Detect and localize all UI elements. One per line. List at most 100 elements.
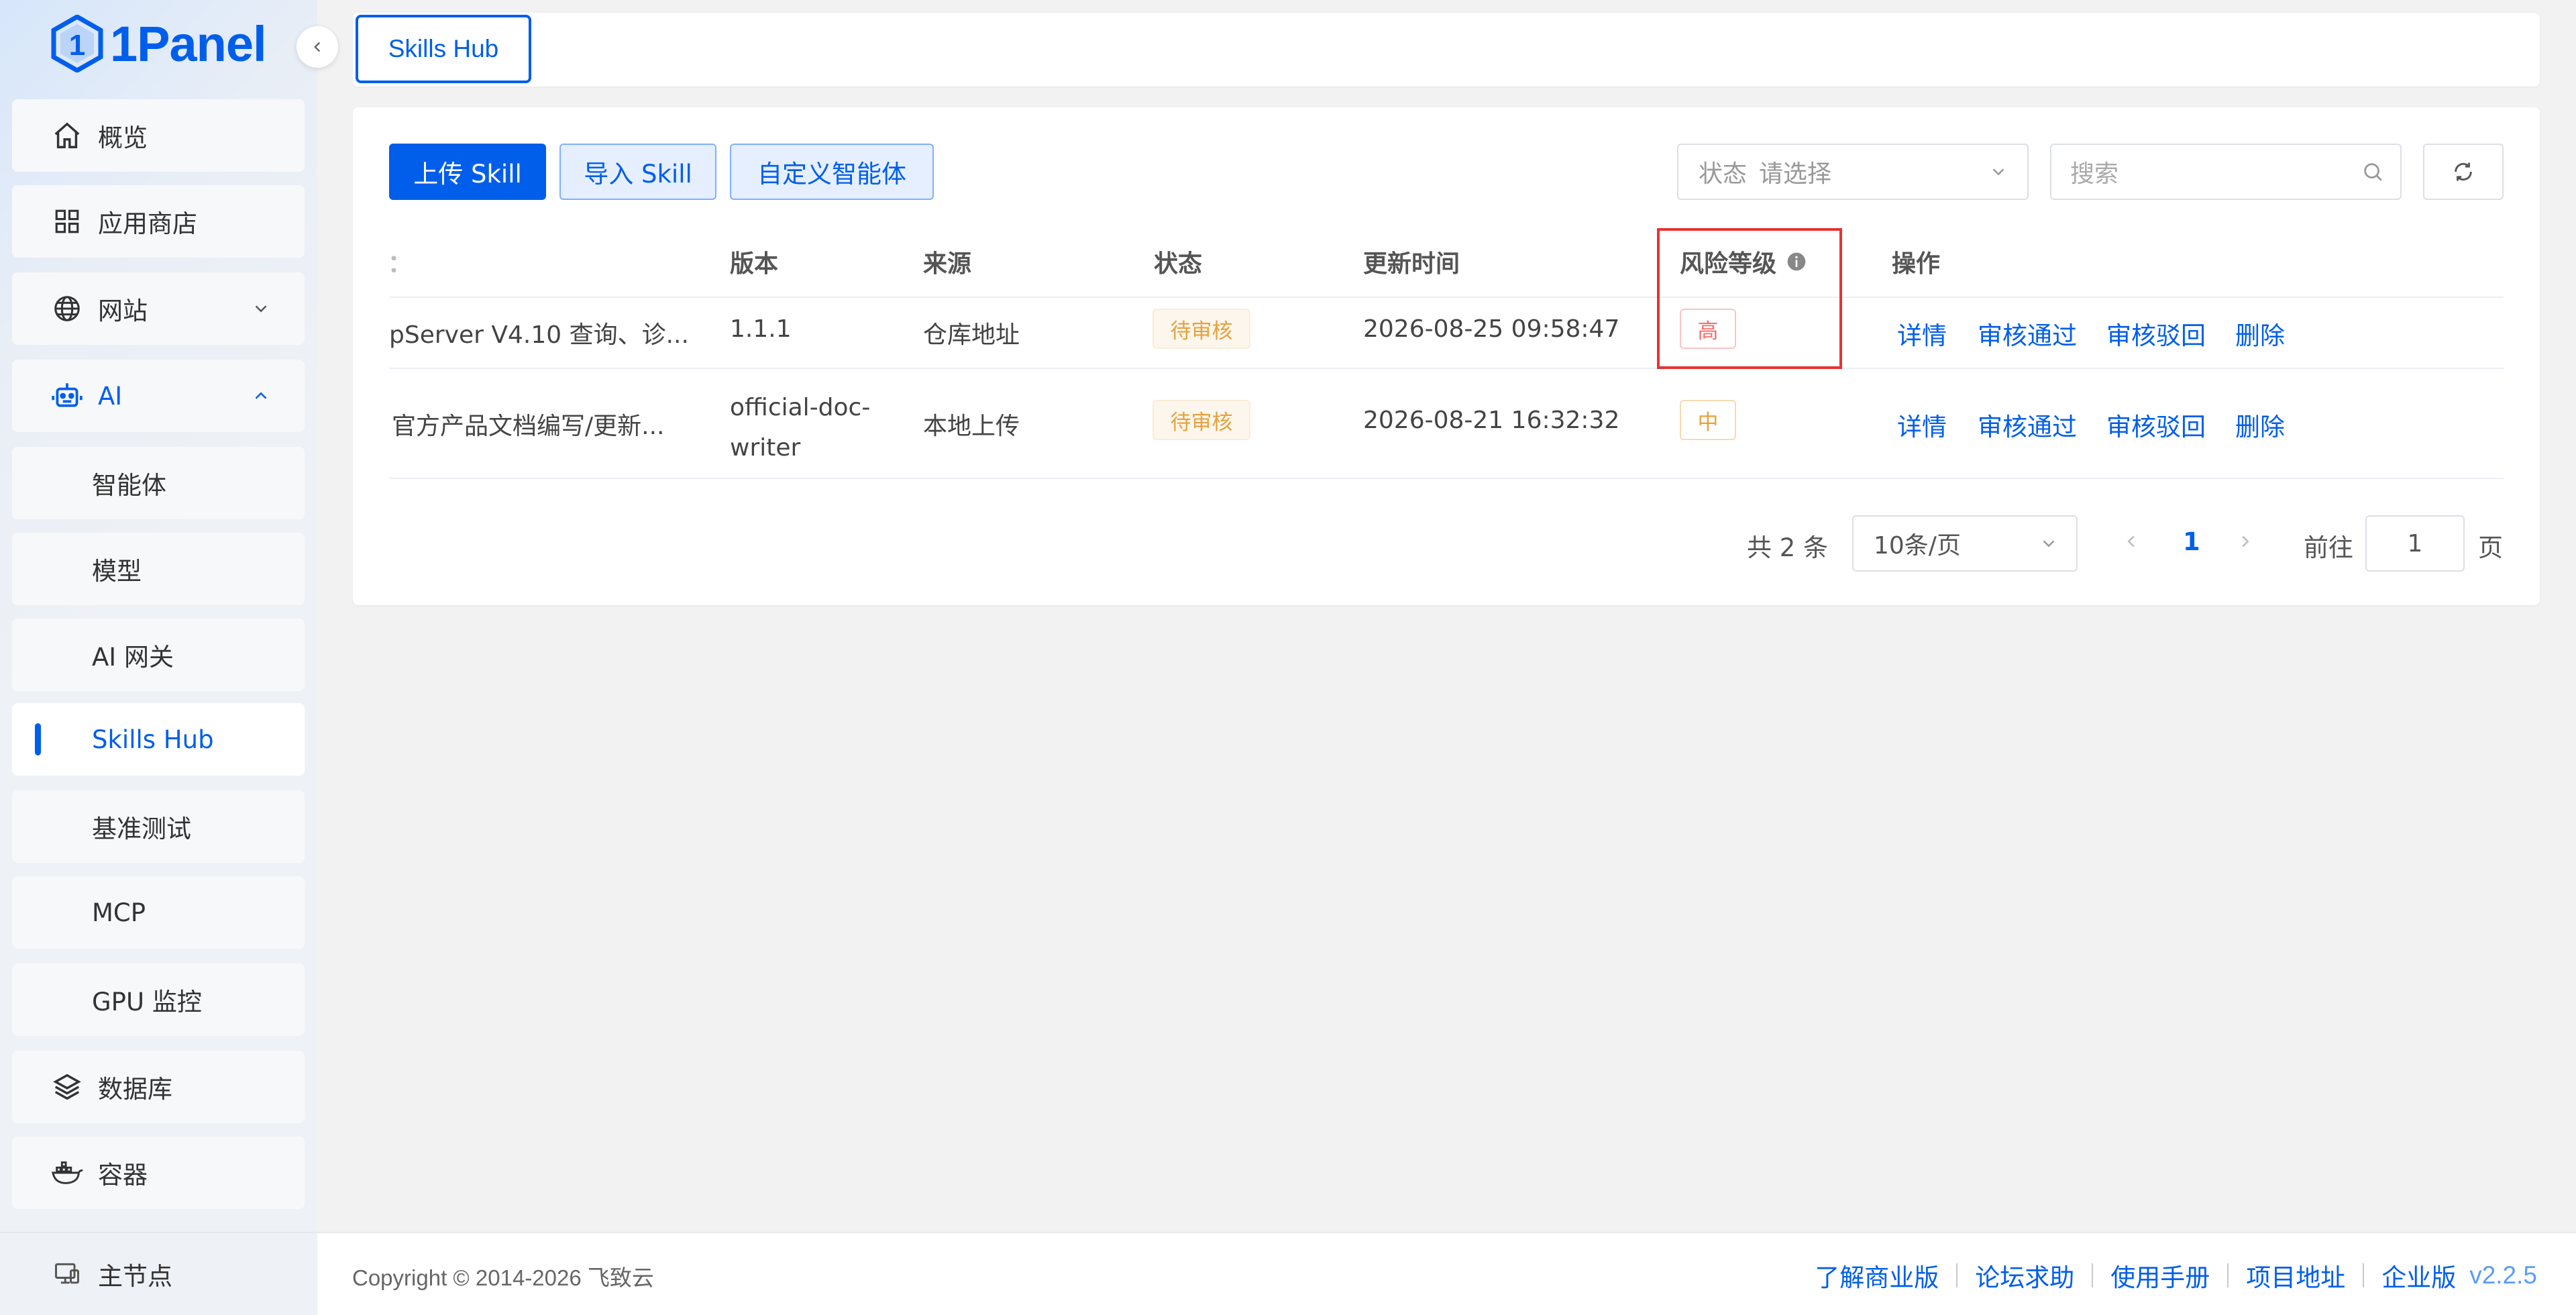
sidebar-item-label: MCP bbox=[92, 898, 146, 927]
sidebar-item-overview[interactable]: 概览 bbox=[12, 99, 305, 172]
row2-name: 官方产品文档编写/更新... bbox=[392, 413, 665, 440]
sidebar-item-ai[interactable]: AI bbox=[12, 360, 305, 432]
row1-status-badge: 待审核 bbox=[1152, 309, 1250, 349]
sidebar-item-website[interactable]: 网站 bbox=[12, 272, 305, 345]
sidebar-item-label: 概览 bbox=[98, 123, 148, 152]
sidebar-item-ai-gateway[interactable]: AI 网关 bbox=[12, 619, 305, 691]
sidebar-item-database[interactable]: 数据库 bbox=[12, 1051, 305, 1123]
collapse-sidebar-button[interactable] bbox=[297, 26, 338, 68]
sidebar-node-switcher[interactable]: 主节点 bbox=[0, 1232, 317, 1315]
status-filter-placeholder: 请选择 bbox=[1759, 160, 1832, 188]
sidebar-item-label: 数据库 bbox=[98, 1075, 172, 1104]
row-divider bbox=[389, 297, 2504, 298]
footer-link-project[interactable]: 项目地址 bbox=[2246, 1257, 2345, 1294]
sidebar-item-gpu-monitor[interactable]: GPU 监控 bbox=[12, 963, 305, 1036]
chevron-left-icon bbox=[314, 42, 321, 52]
page-suffix: 页 bbox=[2478, 533, 2503, 562]
sidebar-item-app-store[interactable]: 应用商店 bbox=[12, 185, 305, 258]
footer-link-enterprise[interactable]: 企业版 bbox=[2381, 1257, 2456, 1294]
sidebar-item-container[interactable]: 容器 bbox=[12, 1137, 305, 1209]
docker-icon bbox=[50, 1155, 85, 1190]
footer-link-forum[interactable]: 论坛求助 bbox=[1975, 1257, 2074, 1294]
logo[interactable]: 1 1Panel bbox=[51, 15, 267, 72]
row2-status-badge: 待审核 bbox=[1152, 400, 1250, 440]
row2-approve-link[interactable]: 审核通过 bbox=[1978, 407, 2077, 443]
column-header-actions: 操作 bbox=[1892, 250, 1941, 278]
sidebar-item-benchmark[interactable]: 基准测试 bbox=[12, 790, 305, 863]
sidebar-item-skills-hub[interactable]: Skills Hub bbox=[12, 703, 305, 776]
row1-source: 仓库地址 bbox=[923, 321, 1020, 349]
search-placeholder: 搜索 bbox=[2070, 160, 2119, 188]
footer-divider bbox=[2227, 1263, 2229, 1287]
footer-link-commercial[interactable]: 了解商业版 bbox=[1815, 1257, 1939, 1294]
page-number-current[interactable]: 1 bbox=[2183, 527, 2200, 556]
row1-delete-link[interactable]: 删除 bbox=[2235, 315, 2285, 352]
status-filter-prefix: 状态 bbox=[1699, 160, 1748, 188]
footer-links: 了解商业版 论坛求助 使用手册 项目地址 企业版 v2.2.5 bbox=[1815, 1257, 2537, 1294]
home-icon bbox=[50, 118, 85, 153]
goto-page-input[interactable]: 1 bbox=[2365, 515, 2465, 572]
sidebar-item-mcp[interactable]: MCP bbox=[12, 876, 305, 949]
version-label: v2.2.5 bbox=[2469, 1261, 2537, 1289]
robot-icon bbox=[50, 378, 85, 413]
row1-reject-link[interactable]: 审核驳回 bbox=[2106, 315, 2206, 352]
row-divider bbox=[389, 368, 2504, 369]
skills-hub-card: 上传 Skill 导入 Skill 自定义智能体 状态 请选择 搜索 ： 版本 … bbox=[353, 107, 2540, 605]
footer-divider bbox=[1956, 1263, 1958, 1287]
row-divider bbox=[389, 478, 2504, 479]
column-header-source: 来源 bbox=[923, 250, 972, 278]
sidebar-item-models[interactable]: 模型 bbox=[12, 533, 305, 605]
refresh-icon bbox=[2455, 162, 2472, 181]
search-input[interactable]: 搜索 bbox=[2050, 144, 2402, 200]
row2-updated: 2026-08-21 16:32:32 bbox=[1363, 407, 1620, 434]
row2-version-line2: writer bbox=[730, 434, 801, 462]
row1-detail-link[interactable]: 详情 bbox=[1897, 315, 1947, 352]
column-header-status: 状态 bbox=[1154, 250, 1203, 278]
page-size-value: 10条/页 bbox=[1874, 532, 1961, 560]
tab-bar: Skills Hub bbox=[353, 13, 2540, 87]
footer: Copyright © 2014-2026 飞致云 了解商业版 论坛求助 使用手… bbox=[317, 1232, 2576, 1315]
row2-delete-link[interactable]: 删除 bbox=[2235, 407, 2285, 443]
sidebar-item-label: 网站 bbox=[98, 297, 148, 325]
monitor-icon bbox=[52, 1259, 82, 1289]
copyright-text: Copyright © 2014-2026 飞致云 bbox=[352, 1265, 654, 1290]
row2-risk-badge: 中 bbox=[1680, 400, 1736, 440]
refresh-button[interactable] bbox=[2423, 144, 2504, 200]
goto-label: 前往 bbox=[2304, 533, 2353, 562]
sidebar-item-label: 容器 bbox=[98, 1161, 148, 1190]
column-header-version: 版本 bbox=[730, 250, 779, 278]
upload-skill-button[interactable]: 上传 Skill bbox=[389, 144, 546, 200]
risk-column-highlight bbox=[1657, 228, 1842, 369]
custom-agent-button[interactable]: 自定义智能体 bbox=[730, 144, 934, 200]
chevron-up-icon bbox=[251, 386, 271, 406]
sidebar-item-label: 应用商店 bbox=[98, 209, 197, 238]
sidebar-item-label: AI 网关 bbox=[92, 643, 174, 672]
sidebar-item-label: Skills Hub bbox=[92, 725, 214, 754]
import-skill-button[interactable]: 导入 Skill bbox=[559, 144, 716, 200]
chevron-down-icon bbox=[2039, 533, 2059, 554]
logo-hexagon-icon: 1 bbox=[51, 15, 103, 72]
footer-link-manual[interactable]: 使用手册 bbox=[2110, 1257, 2210, 1294]
page-size-select[interactable]: 10条/页 bbox=[1852, 515, 2078, 572]
row1-updated: 2026-08-25 09:58:47 bbox=[1363, 315, 1620, 343]
prev-page-button[interactable] bbox=[2121, 531, 2141, 551]
chevron-right-icon bbox=[2242, 535, 2249, 547]
tab-skills-hub[interactable]: Skills Hub bbox=[356, 15, 531, 83]
row1-name: pServer V4.10 查询、诊... bbox=[389, 321, 689, 349]
chevron-down-icon bbox=[1988, 162, 2008, 182]
row2-version-line1: official-doc- bbox=[730, 394, 871, 421]
sidebar-item-label: AI bbox=[98, 381, 123, 411]
status-filter-select[interactable]: 状态 请选择 bbox=[1677, 144, 2029, 200]
sidebar-item-label: 智能体 bbox=[92, 471, 166, 500]
row1-version: 1.1.1 bbox=[730, 315, 792, 343]
next-page-button[interactable] bbox=[2235, 531, 2255, 551]
svg-text:1: 1 bbox=[69, 29, 85, 62]
row2-detail-link[interactable]: 详情 bbox=[1897, 407, 1947, 443]
footer-divider bbox=[2092, 1263, 2094, 1287]
row2-reject-link[interactable]: 审核驳回 bbox=[2106, 407, 2206, 443]
sidebar-item-label: 模型 bbox=[92, 557, 142, 586]
sidebar-item-agents[interactable]: 智能体 bbox=[12, 447, 305, 519]
row2-source: 本地上传 bbox=[923, 413, 1020, 440]
chevron-down-icon bbox=[251, 299, 271, 319]
row1-approve-link[interactable]: 审核通过 bbox=[1978, 315, 2077, 352]
